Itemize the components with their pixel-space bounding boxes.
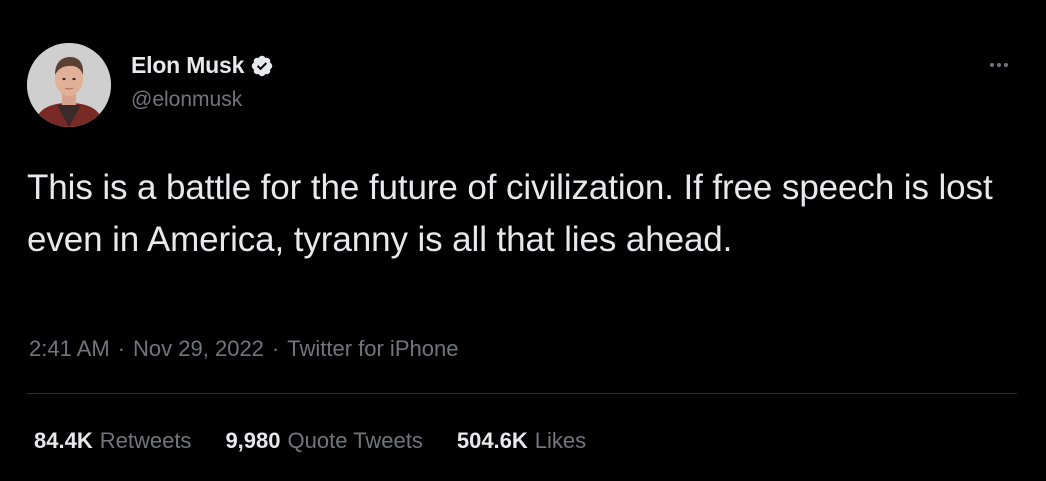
retweets-stat[interactable]: 84.4K Retweets (34, 428, 191, 454)
author-name-row: Elon Musk (131, 52, 274, 79)
retweets-count: 84.4K (34, 428, 93, 453)
more-options-icon[interactable] (984, 50, 1014, 80)
tweet-text: This is a battle for the future of civil… (27, 168, 993, 259)
likes-count: 504.6K (456, 428, 528, 453)
likes-label: Likes (534, 428, 587, 453)
tweet-time[interactable]: 2:41 AM (29, 336, 110, 362)
tweet-metadata: 2:41 AM · Nov 29, 2022 · Twitter for iPh… (29, 336, 458, 362)
retweets-label: Retweets (99, 428, 192, 453)
divider (27, 393, 1017, 394)
author-display-name[interactable]: Elon Musk (131, 52, 244, 79)
likes-stat[interactable]: 504.6K Likes (457, 428, 586, 454)
tweet-card: Elon Musk @elonmusk This is a battle for… (0, 0, 1046, 481)
tweet-source[interactable]: Twitter for iPhone (287, 336, 458, 362)
tweet-date[interactable]: Nov 29, 2022 (133, 336, 264, 362)
avatar[interactable] (27, 43, 111, 127)
quote-tweets-count: 9,980 (225, 428, 281, 453)
engagement-stats: 84.4K Retweets 9,980 Quote Tweets 504.6K… (34, 428, 586, 454)
meta-separator: · (271, 336, 280, 361)
author-handle[interactable]: @elonmusk (131, 88, 242, 112)
quote-tweets-stat[interactable]: 9,980 Quote Tweets (225, 428, 422, 454)
verified-badge-icon (251, 55, 273, 76)
meta-separator: · (117, 336, 126, 361)
quote-tweets-label: Quote Tweets (287, 428, 423, 453)
